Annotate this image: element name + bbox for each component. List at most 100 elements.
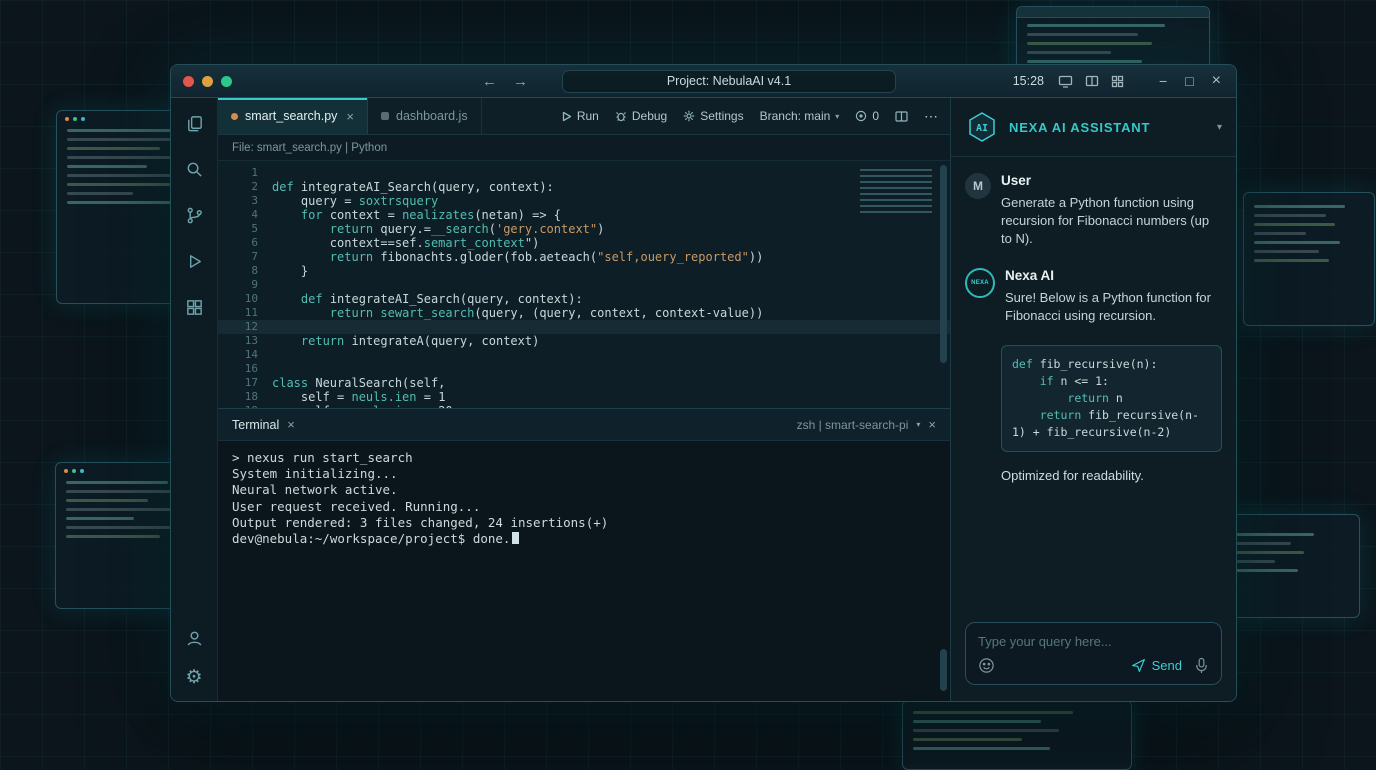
tab-label: smart_search.py [245, 109, 337, 123]
line-number: 8 [218, 264, 272, 278]
extensions-icon[interactable] [185, 298, 204, 317]
chat-note: Optimized for readability. [1001, 468, 1222, 483]
minimize-button[interactable]: − [1156, 74, 1170, 88]
decor-line [1254, 259, 1329, 262]
debug-button[interactable]: Debug [615, 109, 667, 123]
line-number: 1 [218, 166, 272, 180]
close-traffic-light[interactable] [183, 76, 194, 87]
grid-layout-icon[interactable] [1111, 75, 1124, 88]
tab-smart-search[interactable]: smart_search.py × [218, 98, 368, 134]
line-number: 3 [218, 194, 272, 208]
message-author: User [1001, 173, 1222, 188]
back-arrow-icon[interactable]: ← [478, 74, 501, 89]
monitor-icon[interactable] [1058, 75, 1073, 88]
clock: 15:28 [1013, 74, 1044, 88]
account-icon[interactable] [185, 629, 204, 648]
code-line[interactable]: 16 [218, 362, 950, 376]
tab-dashboard[interactable]: dashboard.js [368, 98, 482, 134]
code-line[interactable]: 12 [218, 320, 950, 334]
code-line[interactable]: 18 self = neuls.ien = 1 [218, 390, 950, 404]
line-number: 4 [218, 208, 272, 222]
message-text: Generate a Python function using recursi… [1001, 194, 1222, 248]
chat-message-user: M User Generate a Python function using … [965, 173, 1222, 248]
more-actions-icon[interactable]: ⋯ [924, 108, 938, 125]
code-line[interactable]: 17class NeuralSearch(self, [218, 376, 950, 390]
split-view-icon[interactable] [1085, 75, 1099, 87]
window-title: Project: NebulaAI v4.1 [562, 70, 896, 93]
code-editor[interactable]: 1 2def integrateAI_Search(query, context… [218, 161, 950, 408]
user-avatar: M [965, 173, 991, 199]
close-button[interactable]: × [1209, 73, 1224, 89]
code-line[interactable]: 11 return sewart_search(query, (query, c… [218, 306, 950, 320]
code-text: def integrateAI_Search(query, context): [272, 180, 554, 194]
forward-arrow-icon[interactable]: → [509, 74, 532, 89]
maximize-button[interactable]: □ [1182, 74, 1196, 88]
chevron-down-icon[interactable]: ▾ [916, 420, 920, 429]
code-text [272, 166, 279, 180]
send-label: Send [1152, 658, 1182, 673]
code-line[interactable]: 19 self = neuls.ize + 20 [218, 404, 950, 408]
settings-gear-icon[interactable]: ⚙ [185, 668, 202, 687]
decor-line [913, 729, 1059, 732]
problems-counter[interactable]: 0 [855, 109, 879, 123]
code-text: return query.=__search('gery.context") [272, 222, 604, 236]
scrollbar-thumb[interactable] [940, 165, 947, 363]
code-text: for context = nealizates(netan) => { [272, 208, 561, 222]
microphone-icon[interactable] [1194, 657, 1209, 674]
decor-line [67, 201, 174, 204]
line-number: 11 [218, 306, 272, 320]
terminal-scrollbar-thumb[interactable] [940, 649, 947, 691]
code-block-line: 1) + fib_recursive(n-2) [1012, 424, 1211, 441]
code-line[interactable]: 5 return query.=__search('gery.context") [218, 222, 950, 236]
message-text: Sure! Below is a Python function for Fib… [1005, 289, 1222, 325]
run-icon[interactable] [185, 252, 204, 271]
file-info-text: File: smart_search.py | Python [232, 142, 387, 154]
code-line[interactable]: 14 [218, 348, 950, 362]
code-line[interactable]: 6 context==sef.semart_context") [218, 236, 950, 250]
send-button[interactable]: Send [1131, 658, 1182, 673]
settings-button[interactable]: Settings [683, 109, 743, 123]
code-line[interactable]: 13 return integrateA(query, context) [218, 334, 950, 348]
code-line[interactable]: 7 return fibonachts.gloder(fob.aeteach("… [218, 250, 950, 264]
file-info-bar: File: smart_search.py | Python [218, 135, 950, 161]
code-line[interactable]: 3 query = soxtrsquery [218, 194, 950, 208]
code-line[interactable]: 10 def integrateAI_Search(query, context… [218, 292, 950, 306]
terminal-close-icon[interactable]: × [928, 417, 936, 432]
split-editor-icon[interactable] [895, 111, 908, 122]
tab-close-icon[interactable]: × [346, 109, 354, 124]
code-line[interactable]: 8 } [218, 264, 950, 278]
terminal-line: Neural network active. [232, 482, 936, 498]
search-icon[interactable] [185, 160, 204, 179]
window-title-text: Project: NebulaAI v4.1 [667, 74, 791, 88]
decor-line [67, 183, 170, 186]
decor-line [67, 165, 147, 168]
line-number: 5 [218, 222, 272, 236]
window-body: ⚙ smart_search.py × dashboard.js [171, 98, 1236, 701]
files-icon[interactable] [185, 114, 204, 133]
code-line[interactable]: 4 for context = nealizates(netan) => { [218, 208, 950, 222]
terminal-tab[interactable]: Terminal × [232, 417, 295, 432]
terminal-tab-close-icon[interactable]: × [287, 417, 295, 432]
decor-line [1027, 60, 1142, 63]
code-line[interactable]: 9 [218, 278, 950, 292]
terminal-panel[interactable]: > nexus run start_searchSystem initializ… [218, 441, 950, 701]
emoji-icon[interactable] [978, 657, 995, 674]
chevron-down-icon[interactable]: ▾ [1217, 122, 1222, 133]
run-button[interactable]: Run [562, 109, 599, 123]
git-branch-icon[interactable] [185, 206, 204, 225]
chat-input[interactable] [966, 623, 1221, 651]
code-text [272, 278, 279, 292]
code-text [272, 362, 279, 376]
decor-line [1254, 223, 1335, 226]
minimize-traffic-light[interactable] [202, 76, 213, 87]
editor-code: 1 2def integrateAI_Search(query, context… [218, 166, 950, 408]
nexa-logo-icon: AI [965, 110, 999, 144]
zoom-traffic-light[interactable] [221, 76, 232, 87]
branch-selector[interactable]: Branch: main ▾ [760, 109, 840, 123]
decor-line [66, 535, 160, 538]
code-line[interactable]: 2def integrateAI_Search(query, context): [218, 180, 950, 194]
code-line[interactable]: 1 [218, 166, 950, 180]
editor-scrollbar[interactable] [940, 165, 947, 404]
traffic-lights [183, 76, 232, 87]
minimap[interactable] [860, 169, 932, 215]
